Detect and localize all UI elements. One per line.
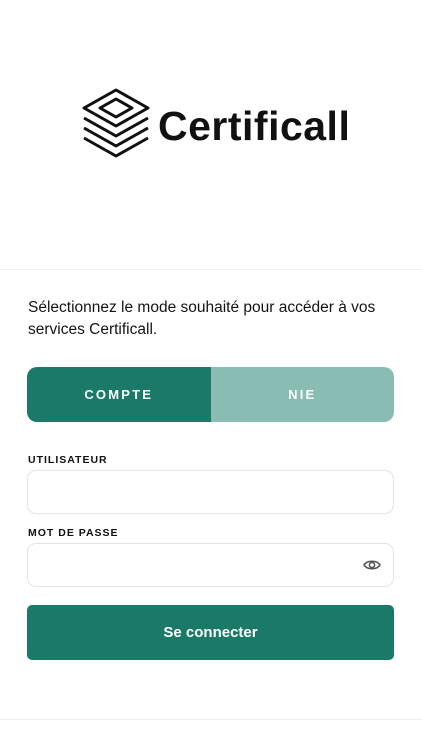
top-divider [0,269,422,270]
login-button[interactable]: Se connecter [27,605,394,660]
bottom-divider [0,719,422,720]
password-input[interactable] [28,544,372,586]
brand-name: Certificall [158,102,351,149]
username-label: UTILISATEUR [28,454,108,466]
intro-text: Sélectionnez le mode souhaité pour accéd… [28,299,376,338]
layered-stack-logo-icon [82,88,150,158]
username-input[interactable] [28,471,372,513]
password-label: MOT DE PASSE [28,527,119,539]
eye-icon[interactable] [363,557,381,573]
mode-option-compte[interactable]: COMPTE [27,367,211,422]
mode-option-nie[interactable]: NIE [210,367,394,422]
password-field-container [27,543,394,587]
brand-logo: Certificall [82,88,352,164]
login-mode-toggle: COMPTE NIE [27,367,394,422]
username-field-container [27,470,394,514]
